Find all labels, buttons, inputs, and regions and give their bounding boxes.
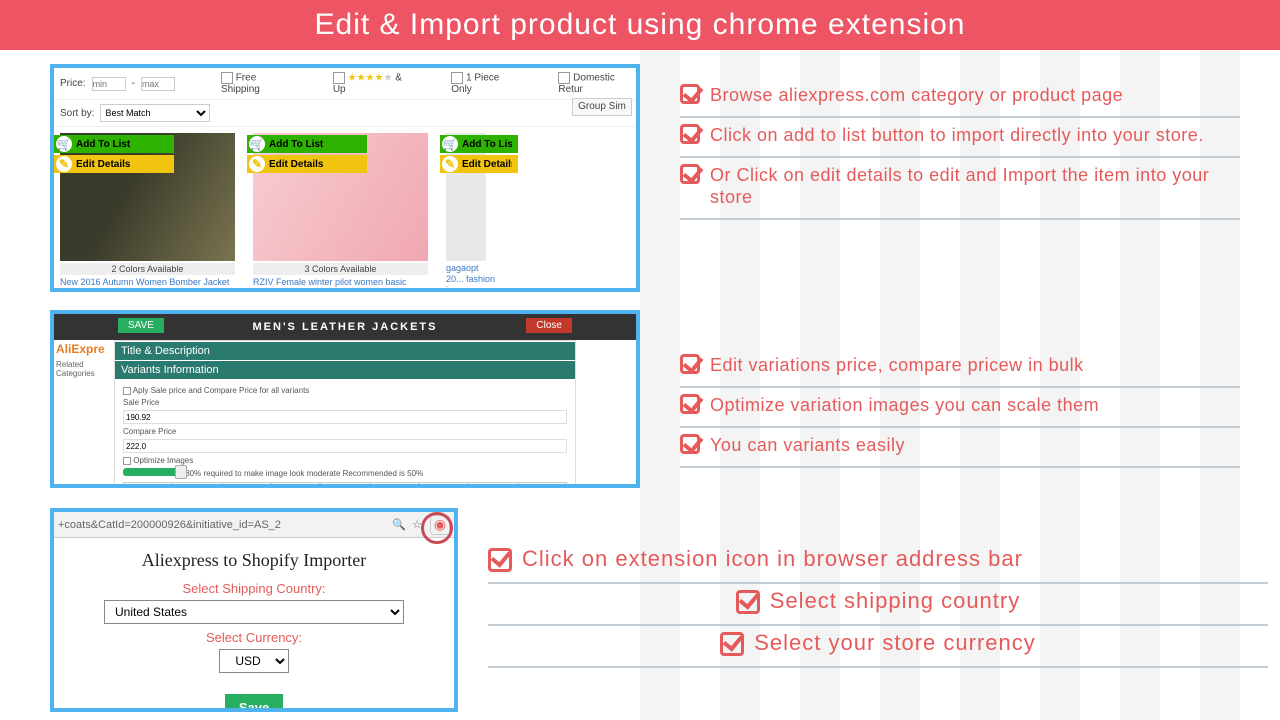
screenshot-edit-modal: MEN'S LEATHER JACKETS AliExpre Related C… [50, 310, 640, 488]
colors-badge: 3 Colors Available [253, 263, 428, 275]
bullet-text: Optimize variation images you can scale … [710, 394, 1099, 416]
bullet-text: Edit variations price, compare pricew in… [710, 354, 1084, 376]
bullet-text: Select shipping country [770, 590, 1020, 612]
bullet-list-1: Browse aliexpress.com category or produc… [680, 78, 1240, 220]
slider-note: 80% required to make image look moderate… [185, 469, 423, 478]
group-similar-button[interactable]: Group Sim [572, 98, 632, 116]
edit-icon: ✎ [56, 156, 72, 172]
bullet-text: Select your store currency [754, 632, 1036, 654]
product-title: New 2016 Autumn Women Bomber Jacket Army… [60, 277, 235, 292]
aliexpress-sidebar: AliExpre Related Categories [56, 342, 110, 378]
variant-table-header: PriceCompare PriceOption1Option2Option3Q… [123, 482, 567, 488]
sort-label: Sort by: [60, 108, 94, 119]
currency-select[interactable]: USD [219, 649, 289, 673]
check-icon [680, 124, 700, 144]
check-icon [736, 590, 760, 614]
checkbox-icon[interactable] [221, 72, 233, 84]
close-button[interactable]: Close [526, 318, 572, 333]
check-icon [680, 354, 700, 374]
product-card[interactable]: 🛒Add To List ✎Edit Details 2 Colors Avai… [60, 131, 235, 292]
check-icon [720, 632, 744, 656]
colors-badge: 2 Colors Available [60, 263, 235, 275]
sale-price-label: Sale Price [123, 398, 567, 407]
screenshot-extension-popup: +coats&CatId=200000926&initiative_id=AS_… [50, 508, 458, 712]
checkbox-icon[interactable] [333, 72, 345, 84]
check-icon [680, 164, 700, 184]
currency-label: Select Currency: [74, 630, 434, 645]
optimize-images-label: Optimize Images [133, 456, 193, 465]
check-icon [680, 434, 700, 454]
edit-icon: ✎ [249, 156, 265, 172]
content-area: Price: - Free Shipping ★★★★★ & Up 1 Piec… [0, 50, 1280, 720]
price-max-input[interactable] [141, 77, 175, 91]
popup-title: Aliexpress to Shopify Importer [74, 550, 434, 571]
screenshot-aliexpress-grid: Price: - Free Shipping ★★★★★ & Up 1 Piec… [50, 64, 640, 292]
edit-details-button[interactable]: ✎Edit Details [440, 155, 518, 173]
product-title: gagaopt 20... fashion jac [446, 263, 496, 292]
section-title-description[interactable]: Title & Description [115, 342, 575, 360]
compare-price-label: Compare Price [123, 427, 567, 436]
cart-icon: 🛒 [249, 136, 265, 152]
bullet-text: You can variants easily [710, 434, 905, 456]
bullet-list-2: Edit variations price, compare pricew in… [680, 348, 1240, 468]
star-icon[interactable]: ☆ [412, 518, 422, 531]
zoom-icon[interactable]: 🔍 [392, 518, 406, 531]
cart-icon: 🛒 [442, 136, 458, 152]
product-card[interactable]: 🛒Add To List ✎Edit Details 3 Colors Avai… [253, 131, 428, 292]
edit-details-button[interactable]: ✎Edit Details [54, 155, 174, 173]
check-icon [680, 394, 700, 414]
price-label: Price: [60, 78, 86, 89]
checkbox-icon[interactable] [451, 72, 463, 84]
save-button[interactable]: SAVE [118, 318, 164, 333]
save-button[interactable]: Save [225, 694, 283, 712]
check-icon [680, 84, 700, 104]
bullet-text: Click on extension icon in browser addre… [522, 548, 1023, 570]
page-title: Edit & Import product using chrome exten… [0, 0, 1280, 50]
compare-price-input[interactable] [123, 439, 567, 453]
product-title: RZIV Female winter pilot women basic coa… [253, 277, 428, 292]
cart-icon: 🛒 [56, 136, 72, 152]
bullet-list-3: Click on extension icon in browser addre… [488, 542, 1268, 668]
url-fragment: +coats&CatId=200000926&initiative_id=AS_… [58, 519, 281, 531]
product-card[interactable]: 🛒Add To List ✎Edit Details gagaopt 20...… [446, 131, 496, 292]
bullet-text: Browse aliexpress.com category or produc… [710, 84, 1123, 106]
section-variants-info[interactable]: Variants Information [115, 361, 575, 379]
checkbox-icon[interactable] [123, 387, 131, 395]
edit-icon: ✎ [442, 156, 458, 172]
apply-all-label: Aply Sale price and Compare Price for al… [133, 386, 310, 395]
sale-price-input[interactable] [123, 410, 567, 424]
shipping-country-select[interactable]: United States [104, 600, 404, 624]
check-icon [488, 548, 512, 572]
image-quality-slider[interactable] [123, 468, 183, 476]
add-to-list-button[interactable]: 🛒Add To List [247, 135, 367, 153]
add-to-list-button[interactable]: 🛒Add To List [54, 135, 174, 153]
extension-icon[interactable]: ◉ [430, 515, 450, 535]
price-min-input[interactable] [92, 77, 126, 91]
bullet-text: Click on add to list button to import di… [710, 124, 1204, 146]
edit-details-button[interactable]: ✎Edit Details [247, 155, 367, 173]
shipping-country-label: Select Shipping Country: [74, 581, 434, 596]
sort-select[interactable]: Best Match [100, 104, 210, 122]
aliexpress-logo: AliExpre [56, 342, 110, 356]
bullet-text: Or Click on edit details to edit and Imp… [710, 164, 1240, 208]
add-to-list-button[interactable]: 🛒Add To List [440, 135, 518, 153]
checkbox-icon[interactable] [123, 457, 131, 465]
checkbox-icon[interactable] [558, 72, 570, 84]
